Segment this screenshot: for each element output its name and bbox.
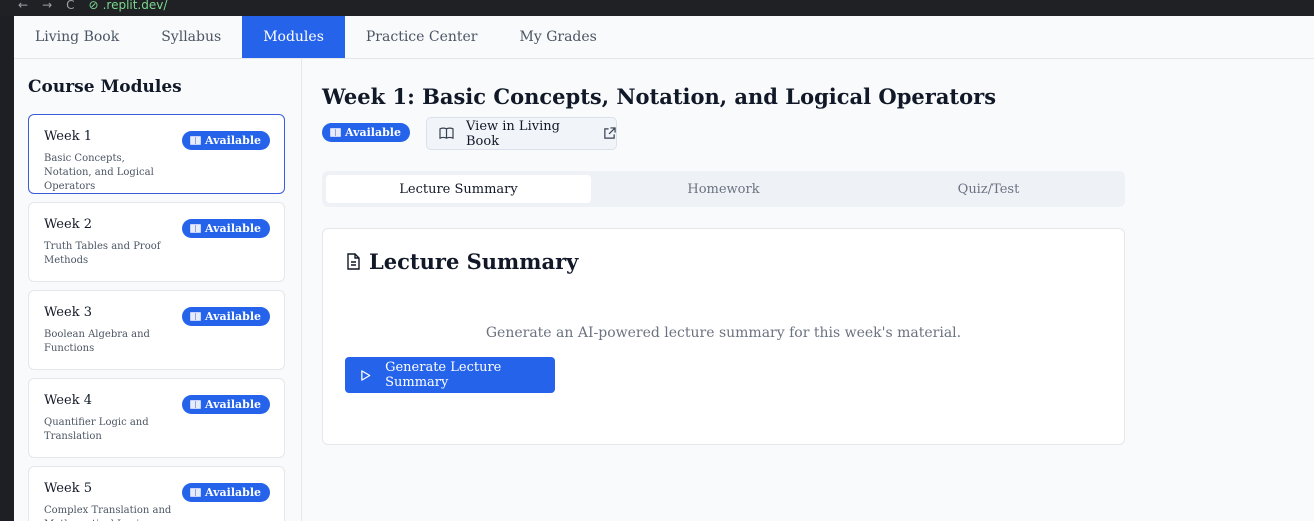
module-week: Week 4 bbox=[44, 393, 92, 408]
module-card-week-2[interactable]: Week 2 Truth Tables and Proof Methods Av… bbox=[28, 202, 285, 282]
tab-homework[interactable]: Homework bbox=[591, 175, 856, 203]
module-week: Week 1 bbox=[44, 129, 92, 144]
document-icon bbox=[347, 253, 360, 270]
external-link-icon bbox=[604, 127, 616, 139]
module-description: Truth Tables and Proof Methods bbox=[44, 241, 161, 266]
status-badge: Available bbox=[182, 131, 270, 150]
view-in-living-book-button[interactable]: View in Living Book bbox=[426, 117, 617, 150]
address-bar[interactable]: ⊘ .replit.dev/ bbox=[89, 0, 168, 12]
module-card-week-3[interactable]: Week 3 Boolean Algebra and Functions Ava… bbox=[28, 290, 285, 370]
url-text: .replit.dev/ bbox=[102, 0, 168, 12]
top-nav: Living Book Syllabus Modules Practice Ce… bbox=[14, 16, 1314, 59]
module-description: Boolean Algebra and Functions bbox=[44, 329, 150, 354]
nav-tab-modules[interactable]: Modules bbox=[242, 16, 345, 58]
status-badge: Available bbox=[182, 483, 270, 502]
status-badge: Available bbox=[182, 395, 270, 414]
module-week: Week 2 bbox=[44, 217, 92, 232]
content-tabs: Lecture Summary Homework Quiz/Test bbox=[322, 171, 1125, 207]
module-description: Basic Concepts, Notation, and Logical Op… bbox=[44, 153, 154, 192]
status-badge-label: Available bbox=[345, 126, 401, 139]
page-title: Week 1: Basic Concepts, Notation, and Lo… bbox=[322, 84, 997, 109]
link-icon: ⊘ bbox=[88, 0, 99, 12]
module-card-week-1[interactable]: Week 1 Basic Concepts, Notation, and Log… bbox=[28, 114, 285, 194]
module-card-week-5[interactable]: Week 5 Complex Translation and Mathemati… bbox=[28, 466, 285, 521]
status-badge-label: Available bbox=[205, 398, 261, 411]
book-icon bbox=[330, 128, 341, 137]
app: Living Book Syllabus Modules Practice Ce… bbox=[14, 16, 1314, 521]
main-content: Week 1: Basic Concepts, Notation, and Lo… bbox=[303, 59, 1314, 521]
book-icon bbox=[190, 488, 202, 497]
window-edge bbox=[0, 16, 14, 521]
open-book-icon bbox=[439, 127, 454, 140]
tab-lecture-summary[interactable]: Lecture Summary bbox=[326, 175, 591, 203]
module-description: Complex Translation and Mathematical Log… bbox=[44, 505, 172, 521]
status-badge-label: Available bbox=[205, 310, 261, 323]
nav-tab-my-grades[interactable]: My Grades bbox=[499, 16, 618, 58]
sidebar-heading: Course Modules bbox=[28, 77, 182, 97]
sidebar: Course Modules Week 1 Basic Concepts, No… bbox=[14, 59, 302, 521]
tab-quiz-test[interactable]: Quiz/Test bbox=[856, 175, 1121, 203]
module-week: Week 5 bbox=[44, 481, 92, 496]
panel-heading: Lecture Summary bbox=[369, 249, 579, 274]
book-icon bbox=[190, 224, 202, 233]
generate-button-label: Generate Lecture Summary bbox=[385, 360, 502, 390]
lecture-summary-panel: Lecture Summary Generate an AI-powered l… bbox=[322, 228, 1125, 445]
back-icon[interactable]: ← bbox=[18, 0, 28, 12]
status-badge-label: Available bbox=[205, 486, 261, 499]
generate-lecture-summary-button[interactable]: Generate Lecture Summary bbox=[345, 357, 555, 393]
status-badge-label: Available bbox=[205, 134, 261, 147]
book-icon bbox=[190, 312, 202, 321]
nav-tab-living-book[interactable]: Living Book bbox=[14, 16, 140, 58]
play-icon bbox=[361, 369, 371, 381]
reload-icon[interactable]: C bbox=[66, 0, 74, 12]
panel-message: Generate an AI-powered lecture summary f… bbox=[485, 325, 962, 341]
module-card-week-4[interactable]: Week 4 Quantifier Logic and Translation … bbox=[28, 378, 285, 458]
nav-tab-practice-center[interactable]: Practice Center bbox=[345, 16, 499, 58]
nav-tab-syllabus[interactable]: Syllabus bbox=[140, 16, 242, 58]
book-icon bbox=[190, 136, 202, 145]
status-badge: Available bbox=[182, 307, 270, 326]
book-icon bbox=[190, 400, 202, 409]
module-description: Quantifier Logic and Translation bbox=[44, 417, 149, 442]
status-badge-label: Available bbox=[205, 222, 261, 235]
status-badge: Available bbox=[182, 219, 270, 238]
panel-header: Lecture Summary bbox=[346, 249, 578, 274]
forward-icon[interactable]: → bbox=[42, 0, 52, 12]
status-badge: Available bbox=[322, 123, 410, 142]
browser-chrome: ← → C ⊘ .replit.dev/ bbox=[0, 0, 1314, 16]
module-week: Week 3 bbox=[44, 305, 92, 320]
view-in-living-book-label: View in Living Book bbox=[466, 118, 560, 149]
